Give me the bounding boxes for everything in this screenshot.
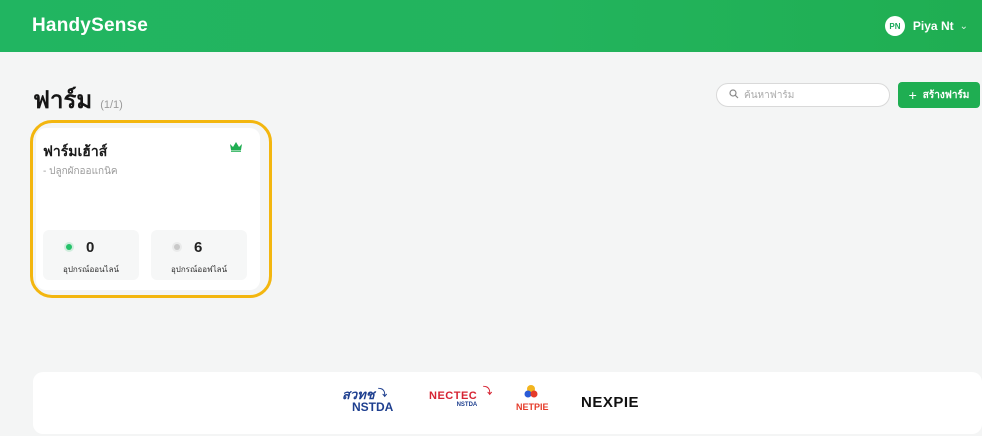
chevron-down-icon: ⌄ bbox=[959, 20, 968, 32]
plus-icon: + bbox=[908, 87, 917, 103]
farm-count: (1/1) bbox=[100, 99, 123, 111]
farm-name: ฟาร์มเฮ้าส์ bbox=[43, 143, 108, 159]
search-input[interactable] bbox=[744, 89, 884, 101]
online-count: 0 bbox=[86, 239, 95, 256]
farm-description: - ปลูกผักออแกนิค bbox=[43, 166, 118, 177]
nectec-text: NECTEC bbox=[429, 390, 478, 402]
offline-devices-stat: 6 อุปกรณ์ออฟไลน์ bbox=[151, 230, 247, 280]
offline-count: 6 bbox=[194, 239, 203, 256]
user-name: Piya Nt bbox=[912, 19, 954, 33]
nectec-subtext: NSTDA bbox=[456, 402, 478, 408]
partner-footer: สวทช NSTDA ⤵ NECTEC NSTDA ⤵ NETPIE NEXPI… bbox=[33, 372, 982, 434]
online-devices-stat: 0 อุปกรณ์ออนไลน์ bbox=[43, 230, 139, 280]
signal-arc-icon: ⤵ bbox=[378, 388, 388, 398]
create-farm-button[interactable]: + สร้างฟาร์ม bbox=[898, 82, 980, 108]
search-icon bbox=[729, 88, 739, 102]
netpie-emblem-icon bbox=[516, 384, 546, 402]
nexpie-logo: NEXPIE bbox=[581, 394, 640, 411]
netpie-text: NETPIE bbox=[516, 402, 549, 412]
nectec-logo: NECTEC NSTDA ⤵ bbox=[429, 386, 492, 408]
create-farm-label: สร้างฟาร์ม bbox=[922, 89, 970, 101]
offline-status-dot bbox=[174, 244, 180, 250]
signal-arc-icon: ⤵ bbox=[483, 386, 493, 396]
page-heading: ฟาร์ม (1/1) bbox=[33, 80, 123, 119]
nstda-english-text: NSTDA bbox=[352, 400, 394, 414]
page-title: ฟาร์ม bbox=[33, 87, 93, 114]
brand-logo[interactable]: HandySense bbox=[32, 15, 148, 37]
netpie-logo: NETPIE bbox=[516, 384, 549, 412]
online-label: อุปกรณ์ออนไลน์ bbox=[63, 265, 119, 274]
avatar: PN bbox=[884, 16, 905, 36]
nstda-logo: สวทช NSTDA ⤵ bbox=[342, 388, 393, 413]
farm-card[interactable]: ฟาร์มเฮ้าส์ - ปลูกผักออแกนิค 0 อุปกรณ์ออ… bbox=[36, 128, 260, 290]
online-status-dot bbox=[66, 244, 72, 250]
search-box[interactable] bbox=[716, 83, 890, 107]
crown-icon bbox=[229, 139, 243, 157]
offline-label: อุปกรณ์ออฟไลน์ bbox=[170, 265, 228, 274]
top-bar: HandySense PN Piya Nt ⌄ bbox=[0, 0, 982, 52]
user-menu[interactable]: PN Piya Nt ⌄ bbox=[884, 16, 968, 36]
